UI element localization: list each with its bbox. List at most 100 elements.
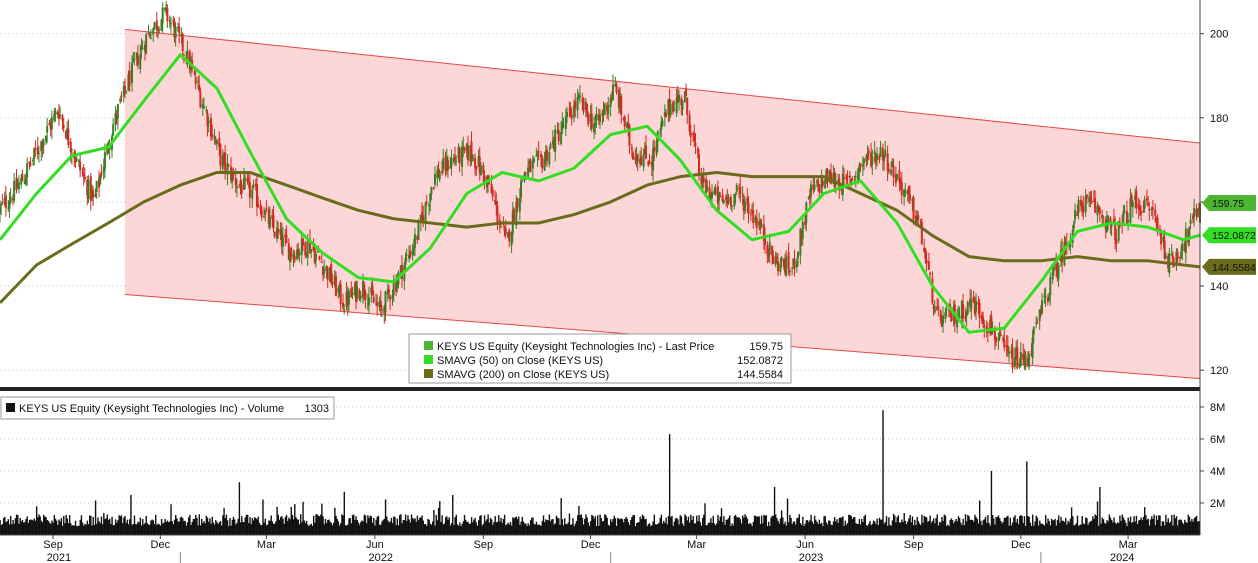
- candle-body: [937, 306, 940, 310]
- candle-body: [202, 106, 205, 109]
- candle-body: [343, 309, 346, 312]
- volume-tick-label: 6M: [1210, 434, 1225, 446]
- candle-body: [611, 84, 614, 101]
- candle-body: [367, 297, 370, 306]
- candle-body: [689, 132, 692, 137]
- volume-legend[interactable]: KEYS US Equity (Keysight Technologies In…: [0, 396, 335, 420]
- candle-body: [347, 290, 350, 305]
- candle-body: [161, 7, 164, 24]
- candle-body: [1028, 354, 1031, 368]
- candle-body: [1154, 210, 1157, 216]
- candle-body: [642, 154, 645, 167]
- candle-body: [1082, 205, 1085, 213]
- candle-body: [818, 184, 821, 193]
- candle-body: [1016, 347, 1019, 369]
- candle-body: [364, 291, 367, 300]
- price-tag-label: 152.0872: [1212, 230, 1256, 242]
- volume-tick-label: 4M: [1210, 466, 1225, 478]
- candle-body: [145, 34, 148, 54]
- candle-body: [1008, 351, 1011, 354]
- candle-body: [644, 145, 647, 159]
- candle-body: [1189, 219, 1192, 224]
- candle-body: [549, 144, 552, 148]
- candle-body: [384, 291, 387, 313]
- candle-body: [970, 299, 973, 310]
- candle-body: [884, 149, 887, 156]
- volume-tick-label: 2M: [1210, 498, 1225, 510]
- candle-body: [9, 196, 12, 203]
- candle-body: [706, 186, 709, 191]
- candle-body: [326, 267, 329, 280]
- candle-body: [67, 128, 70, 145]
- candle-body: [392, 282, 395, 296]
- candle-body: [787, 252, 790, 269]
- candle-body: [1090, 200, 1093, 204]
- keys-chart: 200180160140120 159.75152.0872144.5584 8…: [0, 0, 1256, 563]
- candle-body: [323, 268, 326, 274]
- candle-body: [141, 47, 144, 49]
- candle-body: [87, 179, 90, 200]
- price-tick-label: 180: [1210, 113, 1228, 125]
- candle-body: [26, 163, 29, 178]
- candle-body: [541, 156, 544, 169]
- candle-body: [1044, 296, 1047, 298]
- candle-body: [595, 113, 598, 121]
- candle-body: [734, 195, 737, 197]
- legend-sma200-name: SMAVG (200) on Close (KEYS US): [437, 369, 609, 381]
- legend-last-price-value: 159.75: [749, 341, 783, 353]
- candle-body: [227, 165, 230, 167]
- candle-body: [587, 114, 590, 125]
- candle-body: [219, 144, 222, 166]
- candle-body: [359, 295, 362, 299]
- candle-body: [892, 165, 895, 178]
- candle-body: [405, 254, 408, 256]
- candle-body: [846, 176, 849, 178]
- x-tick-label: Dec: [151, 539, 171, 551]
- candle-body: [780, 257, 783, 262]
- candle-body: [273, 232, 276, 238]
- candle-body: [79, 161, 82, 171]
- price-tick-label: 140: [1210, 281, 1228, 293]
- candle-body: [446, 160, 449, 171]
- legend-last-price-name: KEYS US Equity (Keysight Technologies In…: [437, 341, 714, 353]
- candle-body: [268, 216, 271, 228]
- candle-body: [776, 261, 779, 272]
- price-legend[interactable]: KEYS US Equity (Keysight Technologies In…: [408, 333, 792, 384]
- candle-body: [927, 261, 930, 270]
- candle-body: [123, 85, 126, 91]
- candle-body: [50, 117, 53, 130]
- candle-body: [409, 251, 412, 257]
- candle-body: [710, 191, 713, 199]
- candle-body: [876, 153, 879, 160]
- candle-body: [21, 174, 24, 182]
- candle-body: [1041, 300, 1044, 314]
- price-tag-label: 159.75: [1212, 198, 1244, 210]
- candle-body: [199, 91, 202, 108]
- candle-body: [1049, 277, 1052, 296]
- candle-body: [442, 158, 445, 169]
- x-tick-label: Sep: [43, 539, 63, 551]
- candle-body: [181, 33, 184, 52]
- candle-body: [1143, 199, 1146, 209]
- candle-body: [739, 186, 742, 195]
- candle-body: [785, 256, 788, 276]
- candle-body: [900, 182, 903, 196]
- candle-body: [537, 151, 540, 153]
- candle-body: [929, 273, 932, 275]
- candle-body: [471, 154, 474, 162]
- candle-body: [29, 163, 32, 165]
- candle-body: [801, 221, 804, 240]
- candle-body: [607, 104, 610, 115]
- candle-body: [331, 282, 334, 284]
- legend-volume-name: KEYS US Equity (Keysight Technologies In…: [19, 403, 284, 415]
- candle-body: [42, 140, 45, 146]
- candle-body: [772, 255, 775, 264]
- x-year-label: 2024: [1110, 552, 1134, 563]
- candle-body: [128, 70, 131, 86]
- candle-body: [479, 165, 482, 176]
- candle-body: [389, 296, 392, 300]
- candle-body: [978, 302, 981, 319]
- price-tags: 159.75 152.0872 144.5584: [1202, 194, 1256, 275]
- candle-body: [521, 179, 524, 181]
- candle-body: [240, 184, 243, 194]
